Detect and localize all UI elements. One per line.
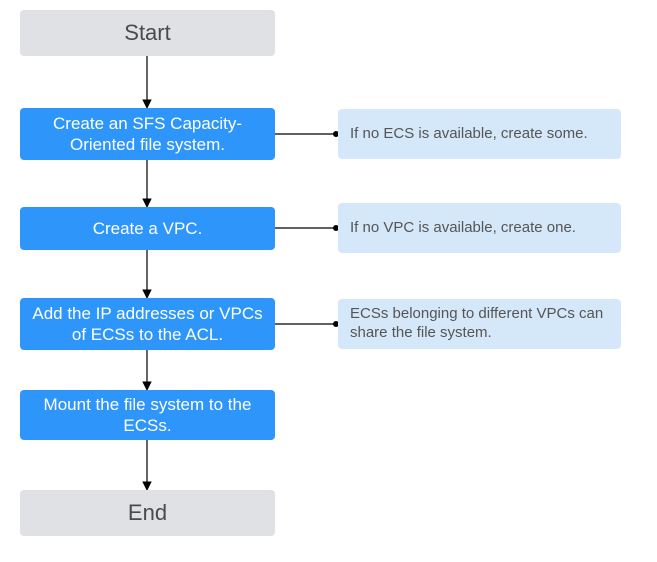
start-node: Start — [20, 10, 275, 56]
step-create-sfs: Create an SFS Capacity-Oriented file sys… — [20, 108, 275, 160]
note-vpc: If no VPC is available, create one. — [338, 203, 621, 253]
step-create-vpc: Create a VPC. — [20, 207, 275, 250]
flow-connectors — [0, 0, 657, 562]
note-ecs: If no ECS is available, create some. — [338, 109, 621, 159]
note-share: ECSs belonging to different VPCs can sha… — [338, 299, 621, 349]
end-node: End — [20, 490, 275, 536]
step-mount: Mount the file system to the ECSs. — [20, 390, 275, 440]
step-add-acl: Add the IP addresses or VPCs of ECSs to … — [20, 298, 275, 350]
